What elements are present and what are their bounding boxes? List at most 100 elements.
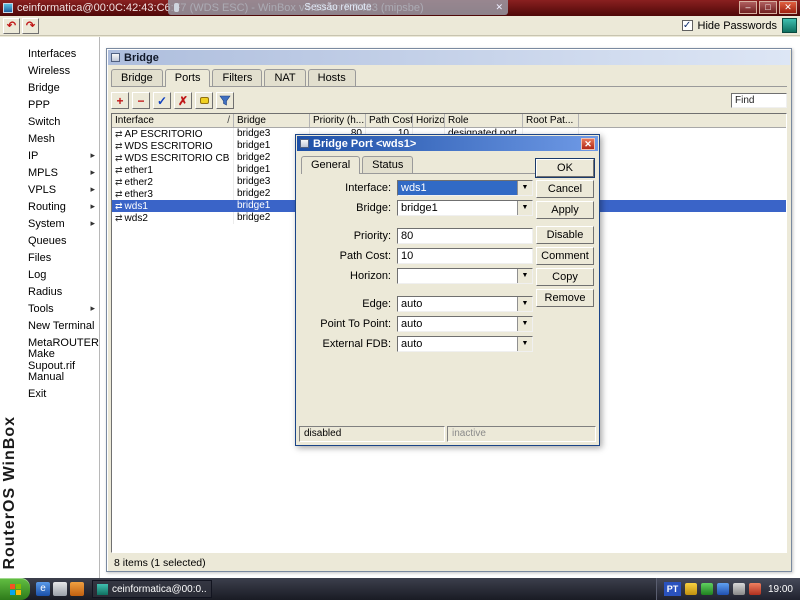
ok-button[interactable]: OK bbox=[536, 159, 594, 177]
language-indicator[interactable]: PT bbox=[663, 582, 681, 596]
chevron-down-icon[interactable]: ▼ bbox=[517, 296, 532, 311]
dialog-close-button[interactable]: ✕ bbox=[581, 137, 595, 150]
antivirus-icon[interactable] bbox=[700, 583, 713, 595]
column-header-role[interactable]: Role bbox=[445, 114, 523, 127]
column-header-interface[interactable]: Interface / bbox=[112, 114, 234, 127]
column-header-bridge[interactable]: Bridge bbox=[234, 114, 310, 127]
browser-icon[interactable]: e bbox=[36, 582, 50, 596]
priority-input[interactable]: 80 bbox=[397, 227, 533, 244]
sidebar-item-switch[interactable]: Switch bbox=[0, 113, 99, 130]
pin-icon[interactable] bbox=[174, 3, 179, 12]
cancel-button[interactable]: Cancel bbox=[536, 180, 594, 198]
bridge-window-titlebar[interactable]: Bridge bbox=[108, 50, 790, 65]
bridge-value: bridge1 bbox=[401, 201, 438, 214]
sidebar-item-new-terminal[interactable]: New Terminal bbox=[0, 317, 99, 334]
volume-icon[interactable] bbox=[732, 583, 745, 595]
column-header-priority[interactable]: Priority (h... bbox=[310, 114, 366, 127]
point-to-point-select[interactable]: auto ▼ bbox=[397, 315, 533, 332]
sidebar-item-routing[interactable]: Routing ▸ bbox=[0, 198, 99, 215]
sidebar-item-bridge[interactable]: Bridge bbox=[0, 79, 99, 96]
tab-nat[interactable]: NAT bbox=[264, 69, 306, 86]
sidebar-item-system[interactable]: System ▸ bbox=[0, 215, 99, 232]
sidebar-item-label: MPLS bbox=[28, 166, 58, 179]
sidebar-item-mpls[interactable]: MPLS ▸ bbox=[0, 164, 99, 181]
chevron-down-icon[interactable]: ▼ bbox=[517, 316, 532, 331]
close-button[interactable]: ✕ bbox=[779, 1, 797, 14]
comment-button[interactable]: Comment bbox=[536, 247, 594, 265]
column-header-path-cost[interactable]: Path Cost bbox=[366, 114, 413, 127]
sidebar-item-ppp[interactable]: PPP bbox=[0, 96, 99, 113]
column-header-filler bbox=[579, 114, 786, 127]
tab-general[interactable]: General bbox=[301, 156, 361, 174]
tab-bridge[interactable]: Bridge bbox=[111, 69, 163, 86]
sidebar-item-ip[interactable]: IP ▸ bbox=[0, 147, 99, 164]
sidebar-item-log[interactable]: Log bbox=[0, 266, 99, 283]
sidebar-item-make-supout[interactable]: Make Supout.rif bbox=[0, 348, 99, 372]
sidebar-item-label: Queues bbox=[28, 234, 67, 247]
remove-button[interactable]: Remove bbox=[536, 289, 594, 307]
sidebar-item-label: Wireless bbox=[28, 64, 71, 77]
disable-button[interactable]: Disable bbox=[536, 226, 594, 244]
apply-button[interactable]: Apply bbox=[536, 201, 594, 219]
maximize-button[interactable]: □ bbox=[759, 1, 777, 14]
dialog-statusbar: disabled inactive bbox=[299, 426, 596, 442]
bridge-window-title: Bridge bbox=[124, 51, 159, 64]
find-input[interactable]: Find bbox=[731, 93, 787, 108]
remote-session-bar[interactable]: Sessão remote ✕ bbox=[168, 0, 508, 15]
sidebar-item-queues[interactable]: Queues bbox=[0, 232, 99, 249]
hide-passwords-checkbox[interactable]: ✓ bbox=[681, 20, 693, 31]
tab-filters[interactable]: Filters bbox=[212, 69, 263, 86]
filter-button[interactable] bbox=[216, 92, 234, 109]
column-header-horizon[interactable]: Horizon bbox=[413, 114, 445, 127]
remove-button[interactable]: − bbox=[132, 92, 150, 109]
tab-status[interactable]: Status bbox=[362, 156, 414, 173]
priority-label: Priority: bbox=[353, 229, 391, 242]
security-shield-icon[interactable] bbox=[684, 583, 697, 595]
chevron-down-icon[interactable]: ▼ bbox=[517, 336, 532, 351]
interface-select[interactable]: wds1 ▼ bbox=[397, 179, 533, 196]
sidebar-item-exit[interactable]: Exit bbox=[0, 385, 99, 402]
remote-close-icon[interactable]: ✕ bbox=[495, 2, 503, 13]
redo-button[interactable]: ↷ bbox=[22, 17, 39, 34]
dialog-titlebar[interactable]: Bridge Port <wds1> ✕ bbox=[297, 136, 598, 151]
edge-select[interactable]: auto ▼ bbox=[397, 295, 533, 312]
external-fdb-select[interactable]: auto ▼ bbox=[397, 335, 533, 352]
chevron-down-icon[interactable]: ▼ bbox=[517, 180, 532, 195]
point-to-point-label: Point To Point: bbox=[320, 317, 391, 330]
network-icon[interactable] bbox=[716, 583, 729, 595]
add-button[interactable]: + bbox=[111, 92, 129, 109]
winbox-application: ceinformatica@00:0C:42:43:C6:F7 (WDS ESC… bbox=[0, 0, 800, 600]
chevron-down-icon[interactable]: ▼ bbox=[517, 268, 532, 283]
start-button[interactable] bbox=[0, 578, 30, 600]
sidebar-item-radius[interactable]: Radius bbox=[0, 283, 99, 300]
path-cost-input[interactable]: 10 bbox=[397, 247, 533, 264]
copy-button[interactable]: Copy bbox=[536, 268, 594, 286]
sidebar-item-mesh[interactable]: Mesh bbox=[0, 130, 99, 147]
enable-button[interactable]: ✓ bbox=[153, 92, 171, 109]
tab-ports[interactable]: Ports bbox=[164, 69, 211, 87]
column-header-root-path[interactable]: Root Pat... bbox=[523, 114, 579, 127]
show-desktop-icon[interactable] bbox=[53, 582, 67, 596]
sidebar-item-files[interactable]: Files bbox=[0, 249, 99, 266]
comment-button[interactable] bbox=[195, 92, 213, 109]
sidebar-item-wireless[interactable]: Wireless bbox=[0, 62, 99, 79]
media-player-icon[interactable] bbox=[70, 582, 84, 596]
cell-interface: WDS ESCRITORIO CB bbox=[124, 153, 230, 164]
undo-button[interactable]: ↶ bbox=[3, 17, 20, 34]
remote-session-label: Sessão remote bbox=[304, 2, 372, 13]
taskbar-clock[interactable]: 19:00 bbox=[768, 584, 793, 595]
messenger-icon[interactable] bbox=[748, 583, 761, 595]
path-cost-label: Path Cost: bbox=[339, 249, 391, 262]
minimize-button[interactable]: – bbox=[739, 1, 757, 14]
disable-button[interactable]: ✗ bbox=[174, 92, 192, 109]
sidebar-item-vpls[interactable]: VPLS ▸ bbox=[0, 181, 99, 198]
chevron-down-icon[interactable]: ▼ bbox=[517, 200, 532, 215]
sidebar-item-label: Mesh bbox=[28, 132, 55, 145]
sidebar-item-interfaces[interactable]: Interfaces bbox=[0, 45, 99, 62]
sidebar-item-tools[interactable]: Tools ▸ bbox=[0, 300, 99, 317]
horizon-select[interactable]: ▼ bbox=[397, 267, 533, 284]
taskbar-task-button[interactable]: ceinformatica@00:0... bbox=[92, 580, 212, 598]
task-label: ceinformatica@00:0... bbox=[112, 583, 207, 595]
bridge-select[interactable]: bridge1 ▼ bbox=[397, 199, 533, 216]
tab-hosts[interactable]: Hosts bbox=[307, 69, 356, 86]
